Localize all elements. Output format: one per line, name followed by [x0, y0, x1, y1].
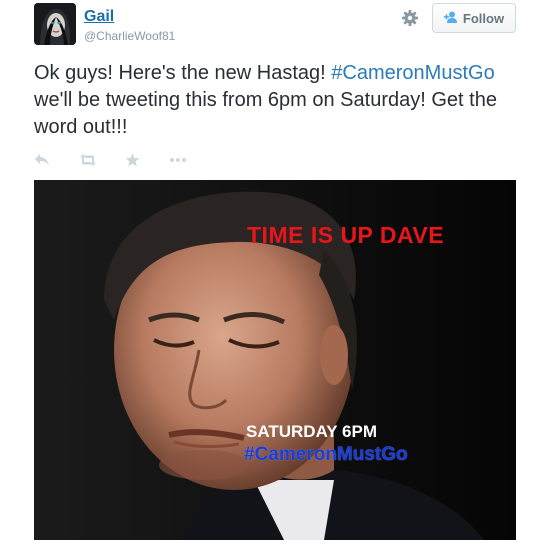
gear-icon[interactable] [400, 8, 420, 28]
tweet-media-image[interactable]: TIME IS UP DAVE SATURDAY 6PM #CameronMus… [34, 180, 516, 540]
star-icon[interactable] [125, 152, 140, 168]
user-handle[interactable]: @CharlieWoof81 [84, 29, 175, 43]
media-date-line: SATURDAY 6PM [246, 422, 377, 441]
tweet-card: Gail @CharlieWoof81 Follow Ok guys! Here… [0, 0, 549, 549]
hashtag-link[interactable]: #CameronMustGo [331, 62, 494, 84]
add-user-icon [443, 11, 458, 25]
display-name[interactable]: Gail [84, 8, 114, 26]
follow-label: Follow [462, 10, 505, 26]
profile-photo-icon [34, 3, 76, 45]
more-icon[interactable] [169, 152, 187, 168]
follow-button[interactable]: Follow [432, 3, 516, 33]
tweet-text-tail: we'll be tweeting this from 6pm on Satur… [34, 89, 497, 138]
reply-icon[interactable] [34, 152, 50, 168]
media-hashtag-line: #CameronMustGo [244, 444, 408, 465]
tweet-text-lead: Ok guys! Here's the new Hastag! [34, 62, 332, 84]
retweet-icon[interactable] [79, 152, 97, 168]
tweet-text: Ok guys! Here's the new Hastag! #Cameron… [34, 60, 524, 141]
avatar[interactable] [34, 3, 76, 45]
media-headline: TIME IS UP DAVE [247, 222, 445, 248]
